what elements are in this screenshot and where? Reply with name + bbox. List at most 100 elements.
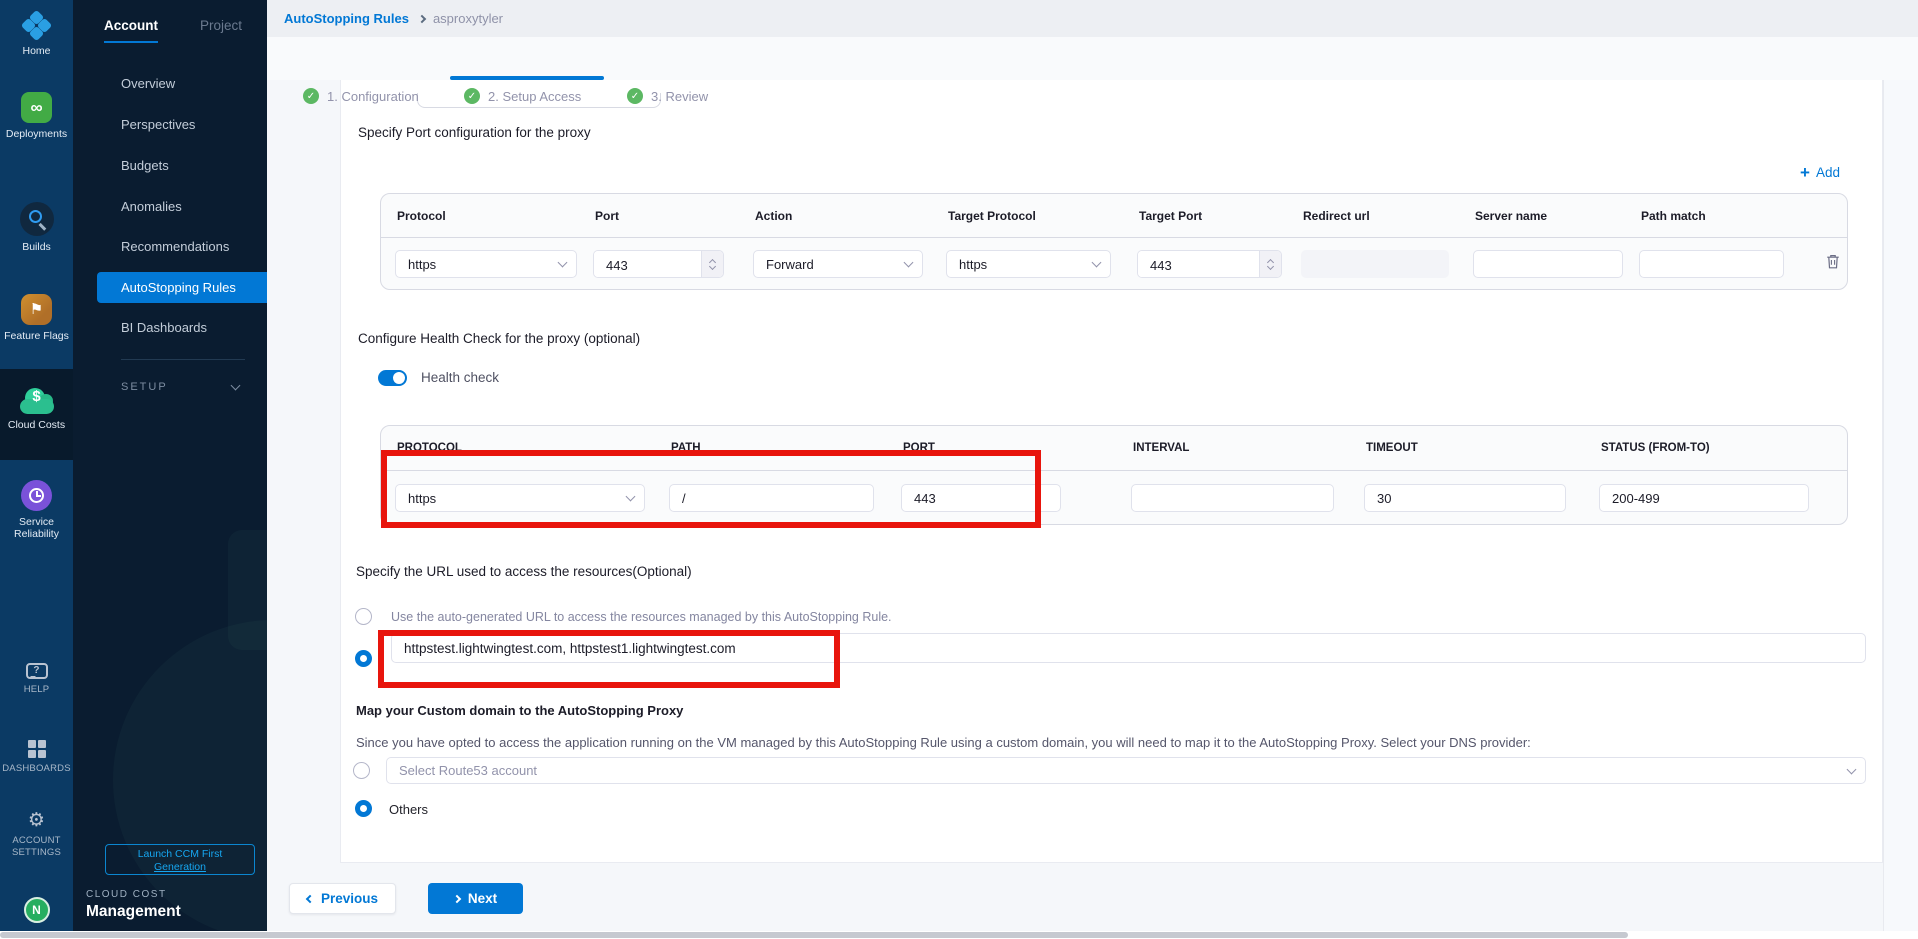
server-name-input[interactable] [1473,250,1623,278]
builds-icon [0,202,73,236]
auto-url-option-label[interactable]: Use the auto-generated URL to access the… [391,610,892,624]
check-circle-icon: ✓ [627,88,643,104]
col-hc-port: PORT [887,442,1117,454]
protocol-select[interactable]: https [395,250,577,278]
sidebar-item-feature-flags[interactable]: ⚑ Feature Flags [0,294,73,342]
stepper-arrows-icon[interactable] [1259,251,1281,277]
cloud-costs-icon: $ [0,388,73,414]
chevron-left-icon [306,894,314,902]
port-input[interactable] [594,251,701,278]
check-circle-icon: ✓ [303,88,319,104]
app-root: Home ∞ Deployments Builds ⚑ Feature Flag… [0,0,1918,939]
rail-label: Builds [0,241,73,253]
sidebar-item-dashboards[interactable]: DASHBOARDS [0,740,73,775]
step-review[interactable]: ✓ 3. Review [627,88,708,104]
step-label: 3. Review [651,89,708,104]
sidebar-item-recommendations[interactable]: Recommendations [73,231,267,262]
target-protocol-select[interactable]: https [946,250,1111,278]
trash-icon[interactable] [1825,257,1841,274]
previous-button[interactable]: Previous [289,883,396,914]
rail-label: ACCOUNT SETTINGS [0,835,73,859]
port-config-heading: Specify Port configuration for the proxy [358,125,591,140]
dns-section-heading: Map your Custom domain to the AutoStoppi… [356,703,683,718]
url-section-heading: Specify the URL used to access the resou… [356,564,692,579]
sidebar-item-bi-dashboards[interactable]: BI Dashboards [73,312,267,343]
rail-label: HELP [0,684,73,696]
action-value: Forward [766,257,814,272]
harness-logo-icon [0,12,73,40]
health-check-toggle[interactable] [378,370,407,386]
hc-protocol-select[interactable]: https [395,484,645,512]
launch-ccm-first-gen-button[interactable]: Launch CCM First Generation [105,844,255,875]
next-label: Next [468,891,497,906]
add-port-row-button[interactable]: + Add [1800,164,1840,181]
scrollbar-thumb[interactable] [0,932,1628,938]
hc-timeout-input[interactable] [1364,484,1566,512]
redirect-url-input[interactable] [1301,250,1449,278]
chevron-down-icon [1847,764,1857,774]
path-match-input[interactable] [1639,250,1784,278]
auto-url-radio[interactable] [355,608,372,625]
next-button[interactable]: Next [428,883,523,914]
breadcrumb-current: asproxytyler [433,11,503,26]
user-avatar[interactable]: N [0,897,73,923]
horizontal-scrollbar[interactable] [0,931,1918,939]
hc-status-input[interactable] [1599,484,1809,512]
step-configuration[interactable]: ✓ 1. Configuration [303,88,419,104]
col-target-protocol: Target Protocol [932,209,1123,223]
sidebar-item-anomalies[interactable]: Anomalies [73,191,267,222]
step-setup-access[interactable]: ✓ 2. Setup Access [464,88,581,104]
feature-flags-icon: ⚑ [0,294,73,325]
sidebar-item-cloud-costs[interactable]: $ Cloud Costs [0,388,73,431]
sidebar-item-overview[interactable]: Overview [73,68,267,99]
check-circle-icon: ✓ [464,88,480,104]
col-hc-path: PATH [655,442,887,454]
service-reliability-icon [0,480,73,511]
tab-account[interactable]: Account [104,18,158,43]
chevron-down-icon [626,492,636,502]
target-protocol-value: https [959,257,987,272]
step-label: 2. Setup Access [488,89,581,104]
chevron-down-icon [1092,258,1102,268]
col-path-match: Path match [1625,209,1803,223]
others-radio[interactable] [355,800,372,817]
deployments-icon: ∞ [0,92,73,123]
target-port-stepper[interactable] [1137,250,1282,278]
dashboards-icon [0,740,73,758]
step-label: 1. Configuration [327,89,419,104]
module-sidebar: Account Project Overview Perspectives Bu… [73,0,267,939]
sidebar-item-builds[interactable]: Builds [0,202,73,253]
sidebar-item-autostopping-rules[interactable]: AutoStopping Rules [97,272,267,303]
hc-path-input[interactable] [669,484,874,512]
col-port: Port [579,209,739,223]
others-label: Others [389,802,428,817]
hc-port-input[interactable] [901,484,1061,512]
route53-radio[interactable] [353,762,370,779]
custom-url-radio[interactable] [355,650,372,667]
sidebar-item-home[interactable]: Home [0,12,73,57]
action-select[interactable]: Forward [753,250,923,278]
col-protocol: Protocol [381,209,579,223]
sidebar-group-setup[interactable]: SETUP [73,372,267,403]
route53-account-select[interactable]: Select Route53 account [386,757,1866,784]
tab-project[interactable]: Project [200,18,242,33]
col-hc-timeout: TIMEOUT [1350,442,1585,454]
rail-label: Cloud Costs [0,419,73,431]
custom-url-input[interactable] [391,633,1866,663]
target-port-input[interactable] [1138,251,1259,278]
hc-interval-input[interactable] [1131,484,1334,512]
chevron-down-icon [904,258,914,268]
sidebar-item-account-settings[interactable]: ⚙ ACCOUNT SETTINGS [0,811,73,859]
rail-label: Service Reliability [0,516,73,540]
breadcrumb-link-autostopping-rules[interactable]: AutoStopping Rules [284,11,409,26]
port-stepper[interactable] [593,250,724,278]
hc-protocol-value: https [408,491,436,506]
avatar-initial: N [24,897,50,923]
stepper-arrows-icon[interactable] [701,251,723,277]
breadcrumb: AutoStopping Rules asproxytyler [267,0,1918,37]
sidebar-item-deployments[interactable]: ∞ Deployments [0,92,73,140]
sidebar-item-service-reliability[interactable]: Service Reliability [0,480,73,540]
sidebar-item-help[interactable]: ? HELP [0,663,73,696]
sidebar-item-budgets[interactable]: Budgets [73,150,267,181]
sidebar-item-perspectives[interactable]: Perspectives [73,109,267,140]
